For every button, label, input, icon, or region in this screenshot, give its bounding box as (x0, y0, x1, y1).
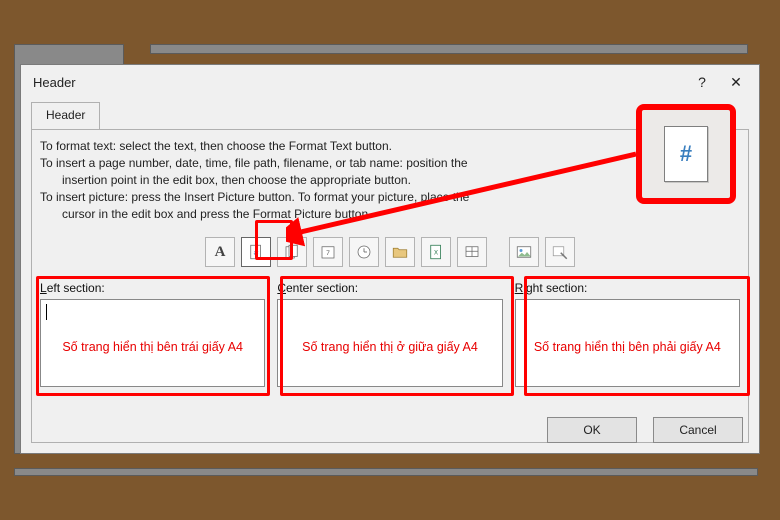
instr-line3: To insert picture: press the Insert Pict… (40, 189, 740, 206)
toolbar: A # 7 X (40, 237, 740, 267)
close-button[interactable]: ✕ (719, 69, 753, 95)
time-icon (355, 243, 373, 261)
left-annotation: Số trang hiển thị bên trái giấy A4 (41, 340, 264, 354)
insert-picture-button[interactable] (509, 237, 539, 267)
svg-text:7: 7 (326, 250, 330, 257)
format-picture-icon (551, 243, 569, 261)
date-icon: 7 (319, 243, 337, 261)
cancel-button[interactable]: Cancel (653, 417, 743, 443)
instr-line1: To format text: select the text, then ch… (40, 138, 740, 155)
hl-callout-page-number: # (636, 104, 736, 204)
tab-header[interactable]: Header (31, 102, 100, 130)
center-section-label: Center section: (277, 281, 502, 295)
instructions: To format text: select the text, then ch… (40, 138, 740, 223)
bg-sheet-bottom (14, 468, 758, 476)
dialog-titlebar: Header ? ✕ (21, 65, 759, 99)
format-text-button[interactable]: A (205, 237, 235, 267)
bg-sheet-top (150, 44, 748, 54)
format-text-icon: A (215, 244, 226, 261)
page-number-icon: # (247, 243, 265, 261)
insert-file-name-button[interactable]: X (421, 237, 451, 267)
right-section-label: Right section: (515, 281, 740, 295)
format-picture-button[interactable] (545, 237, 575, 267)
center-section: Center section: Số trang hiển thị ở giữa… (277, 281, 502, 387)
file-name-icon: X (427, 243, 445, 261)
insert-file-path-button[interactable] (385, 237, 415, 267)
left-section: Left section: Số trang hiển thị bên trái… (40, 281, 265, 387)
center-section-input[interactable]: Số trang hiển thị ở giữa giấy A4 (277, 299, 502, 387)
insert-time-button[interactable] (349, 237, 379, 267)
instr-line3b: cursor in the edit box and press the For… (62, 206, 740, 223)
svg-text:X: X (434, 250, 438, 256)
file-path-icon (391, 243, 409, 261)
insert-date-button[interactable]: 7 (313, 237, 343, 267)
dialog-title: Header (33, 75, 76, 90)
svg-text:#: # (254, 248, 259, 257)
page-number-large-icon: # (664, 126, 708, 182)
center-annotation: Số trang hiển thị ở giữa giấy A4 (278, 340, 501, 354)
sections-row: Left section: Số trang hiển thị bên trái… (40, 281, 740, 387)
text-caret (46, 304, 47, 320)
left-section-label: Left section: (40, 281, 265, 295)
insert-sheet-name-button[interactable] (457, 237, 487, 267)
insert-number-of-pages-button[interactable] (277, 237, 307, 267)
help-button[interactable]: ? (685, 69, 719, 95)
dialog-button-row: OK Cancel (547, 417, 743, 443)
instr-line2: To insert a page number, date, time, fil… (40, 155, 740, 172)
right-annotation: Số trang hiển thị bên phải giấy A4 (516, 340, 739, 354)
insert-picture-icon (515, 243, 533, 261)
left-section-input[interactable]: Số trang hiển thị bên trái giấy A4 (40, 299, 265, 387)
insert-page-number-button[interactable]: # (241, 237, 271, 267)
ok-button[interactable]: OK (547, 417, 637, 443)
right-section: Right section: Số trang hiển thị bên phả… (515, 281, 740, 387)
right-section-input[interactable]: Số trang hiển thị bên phải giấy A4 (515, 299, 740, 387)
pages-icon (283, 243, 301, 261)
sheet-name-icon (463, 243, 481, 261)
